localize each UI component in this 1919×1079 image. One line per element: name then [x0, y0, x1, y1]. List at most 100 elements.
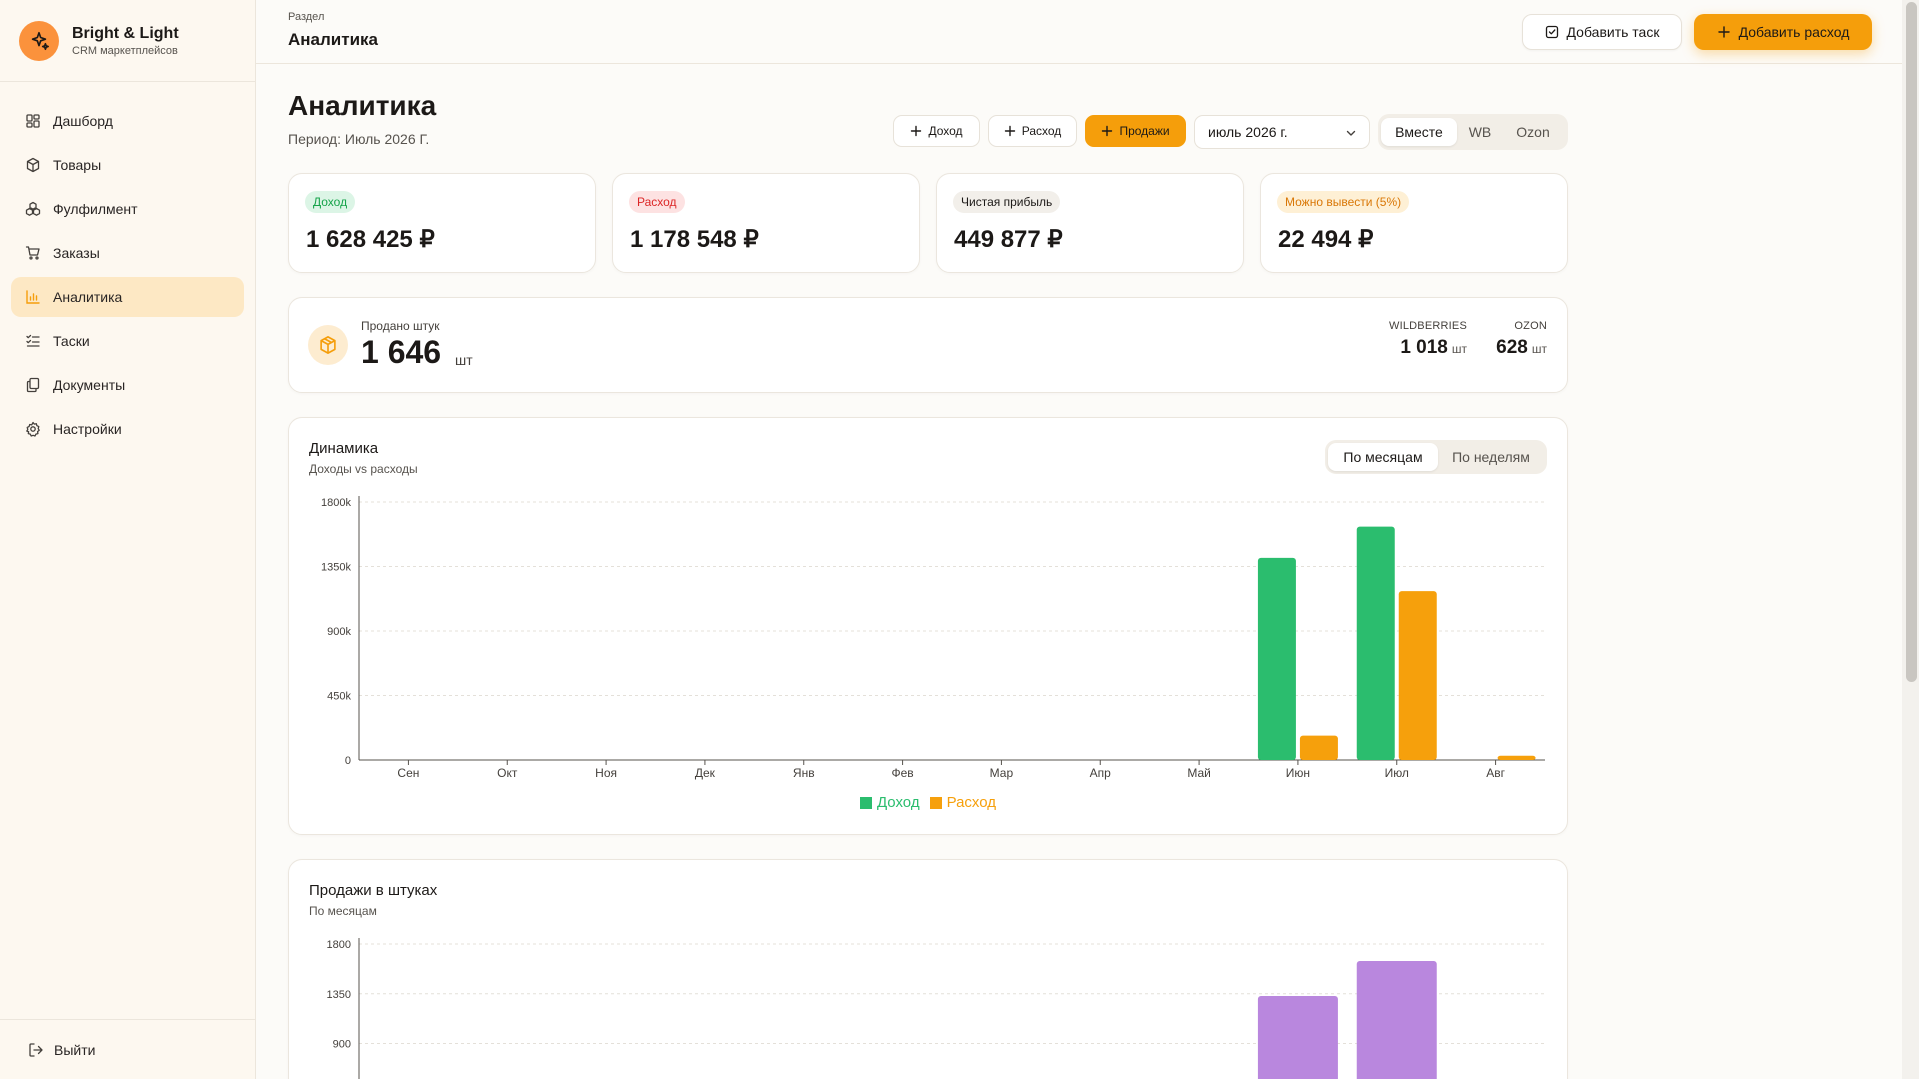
- marketplace-tab-all[interactable]: Вместе: [1381, 118, 1457, 146]
- sold-label: Продано штук: [361, 319, 440, 333]
- month-select[interactable]: июль 2026 г.: [1194, 115, 1370, 149]
- brand-subtitle: CRM маркетплейсов: [72, 44, 178, 57]
- legend-label: Расход: [946, 794, 997, 811]
- add-expense-chip-label: Расход: [1021, 124, 1062, 138]
- add-task-label: Добавить таск: [1566, 24, 1660, 40]
- logout-icon: [29, 1042, 43, 1057]
- sidebar-item-tasks[interactable]: Таски: [11, 321, 244, 361]
- y-tick-label: 900k: [327, 626, 351, 638]
- period-text: Период: Июль 2026 Г.: [288, 131, 430, 147]
- plus-icon: [911, 125, 922, 137]
- boxes-icon: [25, 201, 41, 216]
- package-icon: [308, 325, 348, 365]
- sidebar-item-settings[interactable]: Настройки: [11, 409, 244, 449]
- x-tick-label: Авг: [1486, 766, 1505, 780]
- units-chart: 900 1350 1800: [327, 938, 1545, 1079]
- page-title: Аналитика: [288, 90, 437, 121]
- sparkle-icon: [19, 20, 59, 61]
- x-tick-label: Апр: [1090, 766, 1112, 780]
- sidebar: Bright & Light CRM маркетплейсов Дашборд…: [0, 0, 256, 1079]
- wb-count: 1 018: [1400, 337, 1448, 358]
- scroll-thumb[interactable]: [1906, 2, 1917, 682]
- legend-income: Доход: [859, 794, 920, 811]
- stat-value: 1 628 425 ₽: [306, 226, 435, 253]
- add-expense-button[interactable]: Добавить расход: [1694, 14, 1872, 50]
- sold-value: 1 646: [361, 334, 442, 370]
- sidebar-item-products[interactable]: Товары: [11, 145, 244, 185]
- bar: [1497, 755, 1536, 760]
- dashboard-icon: [26, 114, 40, 128]
- add-income-button[interactable]: Доход: [893, 115, 980, 147]
- page-scrollbar[interactable]: [1902, 0, 1919, 1079]
- x-tick-label: Янв: [793, 766, 815, 780]
- units-card: Продажи в штуках По месяцам 900 1350 1800: [288, 859, 1568, 1079]
- ozon-count: 628: [1496, 337, 1528, 358]
- sidebar-item-orders[interactable]: Заказы: [11, 233, 244, 273]
- month-select-value: июль 2026 г.: [1208, 124, 1288, 140]
- chart-icon: [26, 290, 40, 304]
- stat-card-expense: Расход 1 178 548 ₽: [612, 173, 920, 273]
- sidebar-item-label: Заказы: [53, 245, 100, 261]
- logout-button[interactable]: Выйти: [0, 1019, 256, 1079]
- ozon-value: 628 шт: [1496, 337, 1547, 359]
- stat-card-profit: Чистая прибыль 449 877 ₽: [936, 173, 1244, 273]
- stat-card-income: Доход 1 628 425 ₽: [288, 173, 596, 273]
- dynamics-card: Динамика Доходы vs расходы По месяцам По…: [288, 417, 1568, 835]
- x-tick-label: Ноя: [595, 766, 617, 780]
- stat-value: 22 494 ₽: [1278, 226, 1374, 253]
- stat-badge: Расход: [629, 191, 685, 213]
- sidebar-nav: Дашборд Товары Фулфилмент Заказы Аналити…: [0, 82, 255, 449]
- sidebar-item-analytics[interactable]: Аналитика: [11, 277, 244, 317]
- sold-unit: шт: [455, 352, 473, 368]
- marketplace-tab-ozon[interactable]: Ozon: [1503, 118, 1563, 146]
- add-expense-label: Добавить расход: [1738, 24, 1850, 40]
- chart-legend: Доход Расход: [289, 794, 1567, 811]
- brand: Bright & Light CRM маркетплейсов: [0, 0, 255, 82]
- y-tick-label: 1350: [327, 989, 351, 1001]
- brand-name: Bright & Light: [72, 24, 179, 42]
- marketplace-tab-wb[interactable]: WB: [1457, 118, 1503, 146]
- stat-value: 449 877 ₽: [954, 226, 1063, 253]
- sidebar-item-fulfillment[interactable]: Фулфилмент: [11, 189, 244, 229]
- x-tick-label: Июн: [1286, 766, 1310, 780]
- add-task-button[interactable]: Добавить таск: [1522, 14, 1682, 50]
- plus-icon: [1717, 26, 1730, 38]
- y-tick-label: 1800: [327, 939, 351, 951]
- x-tick-label: Июл: [1385, 766, 1409, 780]
- stat-badge: Можно вывести (5%): [1277, 191, 1410, 213]
- settings-icon: [26, 421, 40, 437]
- add-sales-button[interactable]: Продажи: [1085, 115, 1186, 147]
- sidebar-item-label: Аналитика: [53, 289, 123, 305]
- x-tick-label: Сен: [397, 766, 419, 780]
- stat-badge: Чистая прибыль: [953, 191, 1061, 213]
- wb-label: WILDBERRIES: [1389, 320, 1467, 332]
- sidebar-item-label: Таски: [53, 333, 90, 349]
- add-income-label: Доход: [928, 124, 963, 138]
- legend-swatch: [859, 796, 872, 809]
- y-tick-label: 0: [345, 755, 351, 767]
- legend-swatch: [929, 796, 942, 809]
- stat-card-withdraw: Можно вывести (5%) 22 494 ₽: [1260, 173, 1568, 273]
- x-tick-label: Дек: [695, 766, 716, 780]
- ozon-label: OZON: [1514, 320, 1547, 332]
- add-expense-chip-button[interactable]: Расход: [988, 115, 1077, 147]
- stat-value: 1 178 548 ₽: [630, 226, 759, 253]
- dynamics-chart: 0 450k 900k 1350k 1800k Сен Окт Ноя Дек Янв Фев Мар…: [321, 496, 1545, 780]
- sidebar-item-label: Дашборд: [53, 113, 113, 129]
- bar: [1299, 735, 1338, 760]
- sidebar-item-dashboard[interactable]: Дашборд: [11, 101, 244, 141]
- documents-icon: [26, 377, 40, 393]
- legend-label: Доход: [876, 794, 920, 811]
- y-tick-label: 900: [333, 1039, 351, 1051]
- marketplace-switch: Вместе WB Ozon: [1378, 114, 1568, 150]
- x-tick-label: Май: [1187, 766, 1211, 780]
- x-tick-label: Мар: [990, 766, 1014, 780]
- add-sales-label: Продажи: [1119, 124, 1170, 138]
- bar: [1257, 557, 1296, 760]
- sidebar-item-label: Фулфилмент: [53, 201, 138, 217]
- y-tick-label: 1800k: [321, 497, 351, 509]
- topbar: Раздел Аналитика Добавить таск Добавить …: [256, 0, 1902, 64]
- sidebar-item-label: Документы: [53, 377, 126, 393]
- bar: [1257, 995, 1338, 1079]
- sidebar-item-documents[interactable]: Документы: [11, 365, 244, 405]
